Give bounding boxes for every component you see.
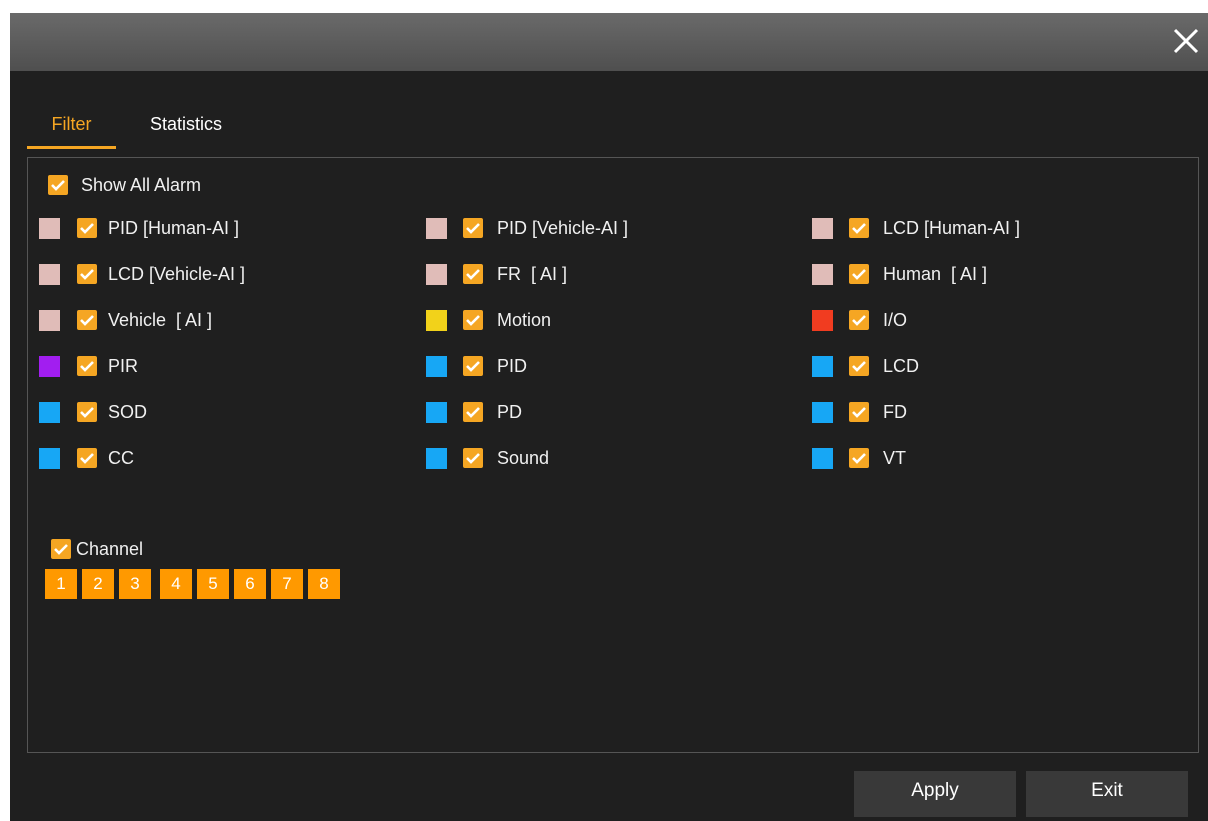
alarm-filter-dialog: Filter Statistics Show All Alarm Channel… [10, 13, 1208, 821]
alarm-label: CC [108, 448, 134, 468]
alarm-checkbox[interactable] [463, 264, 483, 284]
checkmark-icon [51, 180, 65, 191]
alarm-checkbox[interactable] [463, 356, 483, 376]
alarm-color-swatch [812, 310, 833, 331]
channel-button-8[interactable]: 8 [308, 569, 340, 599]
alarm-color-swatch [426, 218, 447, 239]
checkmark-icon [466, 407, 480, 418]
tab-statistics[interactable]: Statistics [131, 113, 241, 149]
checkmark-icon [852, 315, 866, 326]
show-all-alarm-checkbox[interactable] [48, 175, 68, 195]
channel-button-5[interactable]: 5 [197, 569, 229, 599]
alarm-label: Motion [497, 310, 552, 330]
checkmark-icon [852, 269, 866, 280]
checkmark-icon [80, 269, 94, 280]
checkmark-icon [80, 407, 94, 418]
apply-button[interactable]: Apply [854, 771, 1016, 817]
alarm-color-swatch [812, 356, 833, 377]
alarm-color-swatch [39, 264, 60, 285]
checkmark-icon [466, 453, 480, 464]
alarm-checkbox[interactable] [77, 264, 97, 284]
alarm-checkbox[interactable] [849, 310, 869, 330]
checkmark-icon [80, 361, 94, 372]
alarm-color-swatch [39, 356, 60, 377]
alarm-label: LCD [Vehicle-AI ] [108, 264, 246, 284]
tab-filter[interactable]: Filter [27, 113, 116, 149]
close-icon[interactable] [1166, 21, 1206, 61]
alarm-color-swatch [426, 264, 447, 285]
alarm-label: Sound [497, 448, 550, 468]
checkmark-icon [852, 223, 866, 234]
alarm-label: SOD [108, 402, 148, 422]
alarm-checkbox[interactable] [849, 218, 869, 238]
alarm-color-swatch [812, 218, 833, 239]
alarm-label: FD [883, 402, 907, 422]
alarm-checkbox[interactable] [849, 264, 869, 284]
checkmark-icon [466, 315, 480, 326]
channel-checkbox[interactable] [51, 539, 71, 559]
checkmark-icon [466, 361, 480, 372]
alarm-color-swatch [39, 310, 60, 331]
alarm-label: Vehicle [ AI ] [108, 310, 213, 330]
checkmark-icon [80, 315, 94, 326]
alarm-label: Human [ AI ] [883, 264, 988, 284]
checkmark-icon [80, 453, 94, 464]
alarm-checkbox[interactable] [463, 310, 483, 330]
alarm-checkbox[interactable] [849, 448, 869, 468]
alarm-color-swatch [39, 402, 60, 423]
alarm-color-swatch [426, 448, 447, 469]
checkmark-icon [466, 223, 480, 234]
channel-button-4[interactable]: 4 [160, 569, 192, 599]
channel-button-6[interactable]: 6 [234, 569, 266, 599]
alarm-color-swatch [812, 448, 833, 469]
alarm-color-swatch [812, 402, 833, 423]
alarm-color-swatch [39, 218, 60, 239]
show-all-alarm-label: Show All Alarm [81, 175, 202, 195]
alarm-checkbox[interactable] [77, 402, 97, 422]
channel-button-1[interactable]: 1 [45, 569, 77, 599]
filter-panel [27, 157, 1199, 753]
alarm-color-swatch [39, 448, 60, 469]
alarm-color-swatch [426, 402, 447, 423]
alarm-checkbox[interactable] [849, 356, 869, 376]
alarm-label: VT [883, 448, 907, 468]
channel-button-7[interactable]: 7 [271, 569, 303, 599]
alarm-checkbox[interactable] [77, 448, 97, 468]
alarm-label: PD [497, 402, 523, 422]
channel-button-3[interactable]: 3 [119, 569, 151, 599]
title-bar [10, 13, 1208, 71]
channel-label: Channel [76, 539, 144, 559]
alarm-checkbox[interactable] [463, 402, 483, 422]
alarm-label: PID [497, 356, 528, 376]
checkmark-icon [852, 453, 866, 464]
alarm-checkbox[interactable] [849, 402, 869, 422]
exit-button[interactable]: Exit [1026, 771, 1188, 817]
alarm-label: FR [ AI ] [497, 264, 568, 284]
alarm-label: LCD [883, 356, 920, 376]
checkmark-icon [852, 361, 866, 372]
alarm-checkbox[interactable] [77, 356, 97, 376]
alarm-color-swatch [426, 310, 447, 331]
alarm-label: I/O [883, 310, 908, 330]
alarm-label: LCD [Human-AI ] [883, 218, 1021, 238]
alarm-checkbox[interactable] [77, 218, 97, 238]
checkmark-icon [852, 407, 866, 418]
alarm-color-swatch [426, 356, 447, 377]
alarm-label: PID [Vehicle-AI ] [497, 218, 629, 238]
alarm-color-swatch [812, 264, 833, 285]
alarm-checkbox[interactable] [77, 310, 97, 330]
checkmark-icon [54, 544, 68, 555]
alarm-label: PIR [108, 356, 139, 376]
channel-button-2[interactable]: 2 [82, 569, 114, 599]
alarm-checkbox[interactable] [463, 218, 483, 238]
alarm-checkbox[interactable] [463, 448, 483, 468]
alarm-label: PID [Human-AI ] [108, 218, 240, 238]
checkmark-icon [80, 223, 94, 234]
checkmark-icon [466, 269, 480, 280]
